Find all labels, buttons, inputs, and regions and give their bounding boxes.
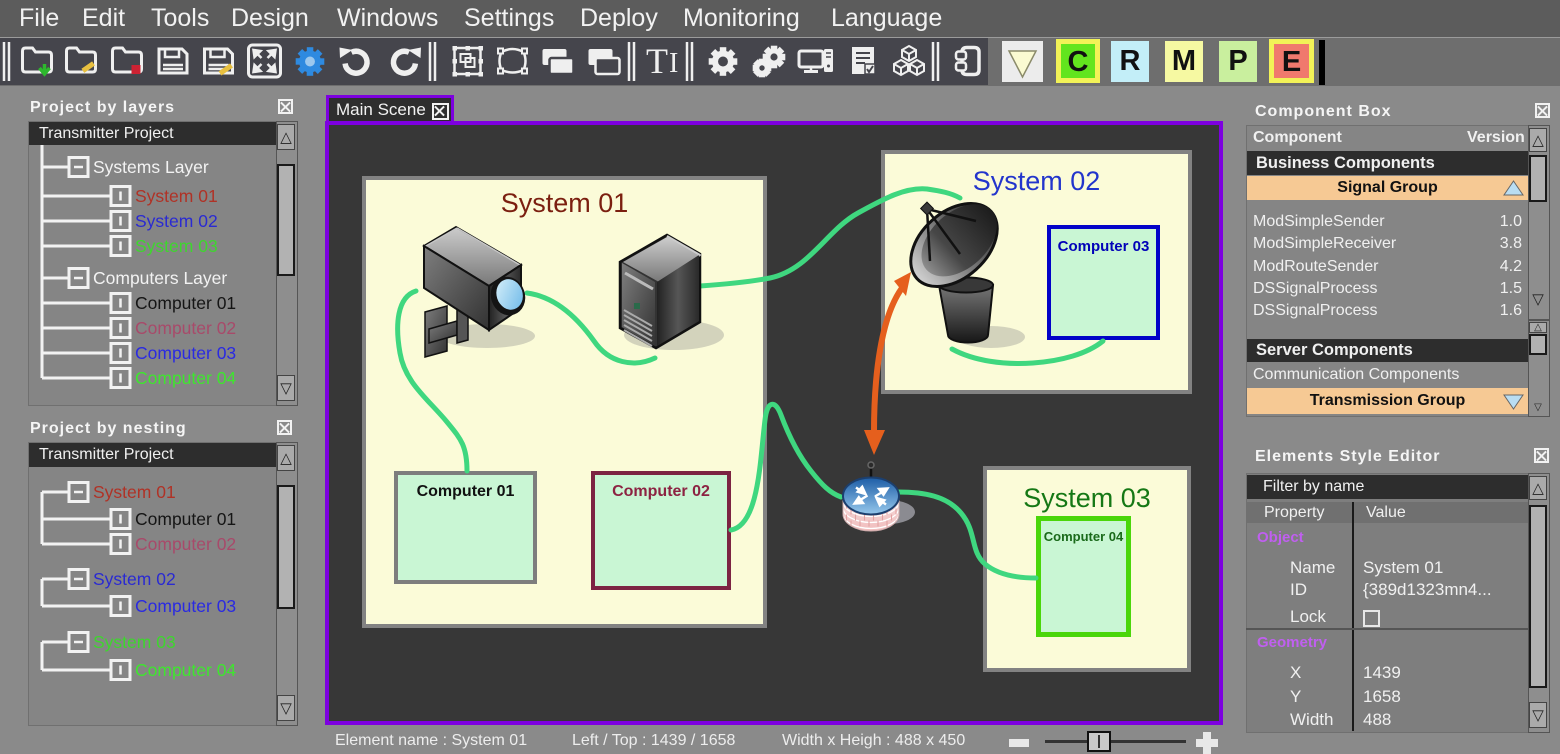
svg-text:I: I (669, 48, 678, 79)
svg-text:T: T (646, 41, 668, 81)
